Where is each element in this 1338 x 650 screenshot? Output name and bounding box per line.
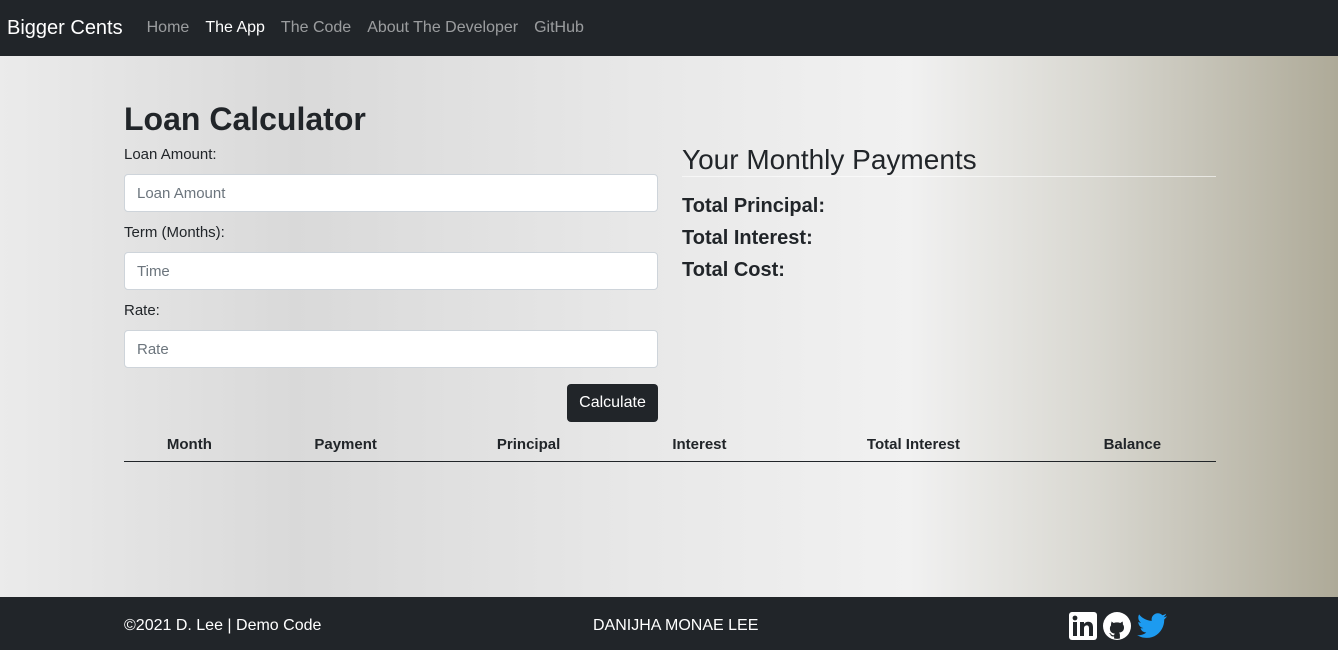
total-cost-label: Total Cost: <box>682 259 785 281</box>
term-input[interactable] <box>124 252 658 290</box>
footer-developer-name: DANIJHA MONAE LEE <box>593 617 759 634</box>
loan-amount-label: Loan Amount: <box>124 146 217 163</box>
nav-link-home[interactable]: Home <box>147 19 190 37</box>
divider <box>682 176 1216 177</box>
results-table: Month Payment Principal Interest Total I… <box>124 427 1216 462</box>
total-principal-label: Total Principal: <box>682 195 825 217</box>
column-header-balance: Balance <box>1048 427 1216 462</box>
column-header-payment: Payment <box>254 427 437 462</box>
github-icon[interactable] <box>1102 611 1132 641</box>
nav-link-github[interactable]: GitHub <box>534 19 584 37</box>
page-title: Loan Calculator <box>124 101 366 137</box>
linkedin-icon[interactable] <box>1068 611 1098 641</box>
footer-copyright-link[interactable]: ©2021 D. Lee | Demo Code <box>124 617 321 634</box>
calculate-button[interactable]: Calculate <box>567 384 658 422</box>
column-header-month: Month <box>124 427 255 462</box>
total-interest-label: Total Interest: <box>682 227 813 249</box>
main-content: Loan Calculator Loan Amount: Term (Month… <box>0 56 1338 597</box>
navbar: Bigger Cents Home The App The Code About… <box>0 0 1338 56</box>
footer-copyright: ©2021 D. Lee | Demo Code <box>124 616 321 636</box>
rate-label: Rate: <box>124 302 160 319</box>
payments-title: Your Monthly Payments <box>682 144 977 175</box>
nav-link-about-developer[interactable]: About The Developer <box>367 19 518 37</box>
twitter-icon[interactable] <box>1136 611 1167 641</box>
column-header-total-interest: Total Interest <box>778 427 1049 462</box>
brand-link[interactable]: Bigger Cents <box>7 17 123 40</box>
term-label: Term (Months): <box>124 224 225 241</box>
nav-link-the-app[interactable]: The App <box>205 19 265 37</box>
loan-amount-input[interactable] <box>124 174 658 212</box>
social-links <box>1068 611 1167 641</box>
nav-link-the-code[interactable]: The Code <box>281 19 351 37</box>
column-header-interest: Interest <box>620 427 779 462</box>
column-header-principal: Principal <box>436 427 621 462</box>
table-header-row: Month Payment Principal Interest Total I… <box>124 427 1216 462</box>
rate-input[interactable] <box>124 330 658 368</box>
footer: ©2021 D. Lee | Demo Code DANIJHA MONAE L… <box>0 597 1338 650</box>
